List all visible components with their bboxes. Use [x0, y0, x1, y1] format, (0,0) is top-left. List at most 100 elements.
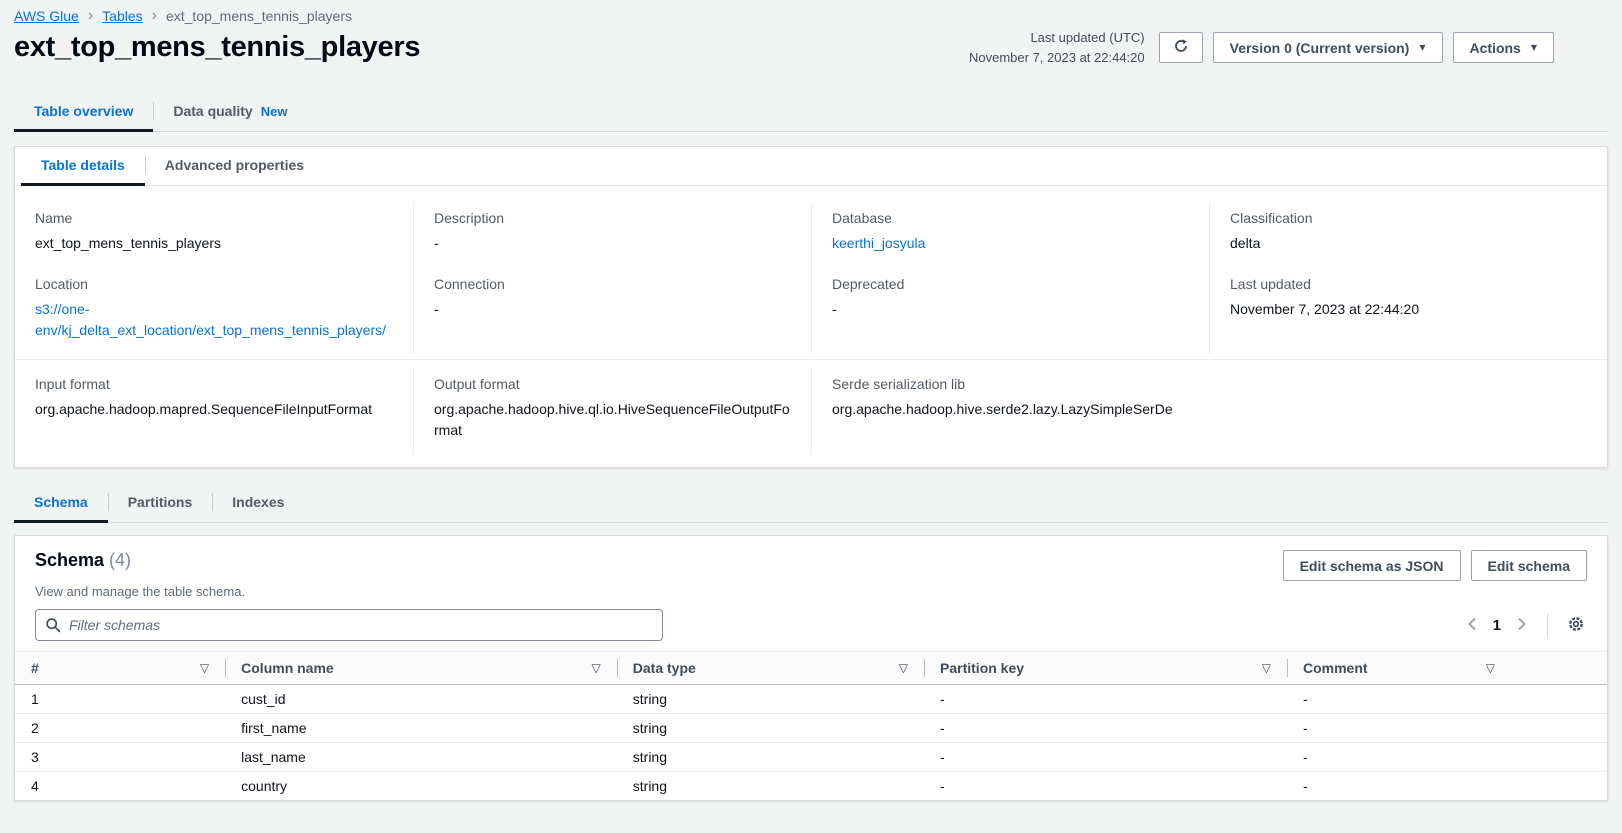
edit-schema-as-json-button[interactable]: Edit schema as JSON	[1283, 550, 1461, 581]
caret-down-icon: ▼	[1531, 43, 1537, 52]
cell-index: 1	[15, 685, 225, 714]
breadcrumb-link-tables[interactable]: Tables	[102, 8, 142, 24]
cell-column-name: last_name	[225, 743, 617, 772]
table-row[interactable]: 2 first_name string - -	[15, 714, 1607, 743]
table-row[interactable]: 3 last_name string - -	[15, 743, 1607, 772]
column-header-data-type[interactable]: Data type▽	[617, 652, 924, 685]
chevron-left-icon	[1466, 616, 1478, 635]
schema-card: Schema(4) Edit schema as JSON Edit schem…	[14, 535, 1608, 801]
schema-subtitle: View and manage the table schema.	[15, 581, 1607, 599]
schema-filter	[35, 609, 663, 641]
cell-partition-key: -	[924, 685, 1287, 714]
cell-column-name: country	[225, 772, 617, 801]
field-database: Database keerthi_josyula	[811, 202, 1209, 268]
last-updated-label: Last updated (UTC)	[969, 28, 1145, 48]
filter-icon[interactable]: ▽	[1486, 661, 1495, 675]
actions-dropdown[interactable]: Actions ▼	[1453, 32, 1555, 63]
field-location: Location s3://one-env/kj_delta_ext_locat…	[15, 268, 413, 355]
current-page-number[interactable]: 1	[1493, 617, 1501, 634]
table-row[interactable]: 1 cust_id string - -	[15, 685, 1607, 714]
details-grid-formats: Input format org.apache.hadoop.mapred.Se…	[15, 360, 1607, 467]
tab-partitions[interactable]: Partitions	[108, 484, 213, 522]
previous-page-button[interactable]	[1464, 614, 1480, 637]
pagination: 1	[1464, 613, 1587, 638]
schema-count: (4)	[109, 550, 131, 570]
field-serde-lib: Serde serialization lib org.apache.hadoo…	[811, 368, 1607, 455]
last-updated-block: Last updated (UTC) November 7, 2023 at 2…	[969, 28, 1145, 67]
field-output-format: Output format org.apache.hadoop.hive.ql.…	[413, 368, 811, 455]
cell-data-type: string	[617, 772, 924, 801]
schema-toolbar: 1	[15, 599, 1607, 649]
filter-icon[interactable]: ▽	[592, 661, 601, 675]
cell-column-name: first_name	[225, 714, 617, 743]
breadcrumb-current: ext_top_mens_tennis_players	[166, 8, 352, 24]
page-header: ext_top_mens_tennis_players Last updated…	[14, 28, 1608, 67]
breadcrumb: AWS Glue › Tables › ext_top_mens_tennis_…	[14, 8, 1608, 24]
cell-index: 2	[15, 714, 225, 743]
cell-comment: -	[1287, 714, 1607, 743]
page-title: ext_top_mens_tennis_players	[14, 31, 420, 64]
tab-schema[interactable]: Schema	[14, 484, 108, 522]
column-header-comment[interactable]: Comment▽	[1287, 652, 1607, 685]
filter-schemas-input[interactable]	[35, 609, 663, 641]
schema-actions: Edit schema as JSON Edit schema	[1283, 550, 1587, 581]
search-icon	[45, 617, 61, 636]
field-connection: Connection -	[413, 268, 811, 355]
details-tab-bar: Table details Advanced properties	[15, 147, 1607, 186]
filter-icon[interactable]: ▽	[200, 661, 209, 675]
schema-card-header: Schema(4) Edit schema as JSON Edit schem…	[15, 536, 1607, 581]
chevron-right-icon: ›	[88, 8, 93, 24]
field-name: Name ext_top_mens_tennis_players	[15, 202, 413, 268]
schema-table-header-row: #▽ Column name▽ Data type▽ Partition key…	[15, 652, 1607, 685]
filter-icon[interactable]: ▽	[899, 661, 908, 675]
cell-comment: -	[1287, 685, 1607, 714]
cell-partition-key: -	[924, 743, 1287, 772]
field-deprecated: Deprecated -	[811, 268, 1209, 355]
cell-data-type: string	[617, 743, 924, 772]
database-link[interactable]: keerthi_josyula	[832, 235, 925, 251]
schema-tab-bar: Schema Partitions Indexes	[14, 484, 1608, 523]
tab-table-overview[interactable]: Table overview	[14, 93, 153, 131]
schema-section-title: Schema(4)	[35, 550, 131, 571]
details-grid: Name ext_top_mens_tennis_players Descrip…	[15, 186, 1607, 359]
tab-data-quality[interactable]: Data qualityNew	[153, 93, 307, 131]
cell-data-type: string	[617, 714, 924, 743]
breadcrumb-link-aws-glue[interactable]: AWS Glue	[14, 8, 79, 24]
pager-divider	[1547, 613, 1548, 637]
column-header-column-name[interactable]: Column name▽	[225, 652, 617, 685]
filter-icon[interactable]: ▽	[1262, 661, 1271, 675]
cell-index: 4	[15, 772, 225, 801]
cell-index: 3	[15, 743, 225, 772]
chevron-right-icon: ›	[152, 8, 157, 24]
cell-partition-key: -	[924, 714, 1287, 743]
edit-schema-button[interactable]: Edit schema	[1471, 550, 1587, 581]
field-input-format: Input format org.apache.hadoop.mapred.Se…	[15, 368, 413, 455]
cell-comment: -	[1287, 743, 1607, 772]
tab-table-details[interactable]: Table details	[21, 147, 145, 185]
s3-location-link[interactable]: s3://one-env/kj_delta_ext_location/ext_t…	[35, 301, 386, 338]
field-description: Description -	[413, 202, 811, 268]
table-details-card: Table details Advanced properties Name e…	[14, 146, 1608, 468]
last-updated-value: November 7, 2023 at 22:44:20	[969, 48, 1145, 68]
refresh-icon	[1173, 38, 1189, 57]
main-tab-bar: Table overview Data qualityNew	[14, 93, 1608, 132]
tab-indexes[interactable]: Indexes	[212, 484, 304, 522]
next-page-button[interactable]	[1514, 614, 1530, 637]
field-last-updated: Last updated November 7, 2023 at 22:44:2…	[1209, 268, 1607, 355]
cell-comment: -	[1287, 772, 1607, 801]
column-header-index[interactable]: #▽	[15, 652, 225, 685]
cell-column-name: cust_id	[225, 685, 617, 714]
gear-icon	[1567, 615, 1585, 636]
field-classification: Classification delta	[1209, 202, 1607, 268]
page: AWS Glue › Tables › ext_top_mens_tennis_…	[0, 0, 1622, 801]
cell-partition-key: -	[924, 772, 1287, 801]
version-dropdown[interactable]: Version 0 (Current version) ▼	[1213, 32, 1443, 63]
table-row[interactable]: 4 country string - -	[15, 772, 1607, 801]
new-badge: New	[261, 104, 288, 119]
schema-table: #▽ Column name▽ Data type▽ Partition key…	[15, 651, 1607, 800]
column-header-partition-key[interactable]: Partition key▽	[924, 652, 1287, 685]
header-controls: Last updated (UTC) November 7, 2023 at 2…	[969, 28, 1608, 67]
preferences-button[interactable]	[1565, 613, 1587, 638]
tab-advanced-properties[interactable]: Advanced properties	[145, 147, 324, 185]
refresh-button[interactable]	[1159, 32, 1203, 63]
